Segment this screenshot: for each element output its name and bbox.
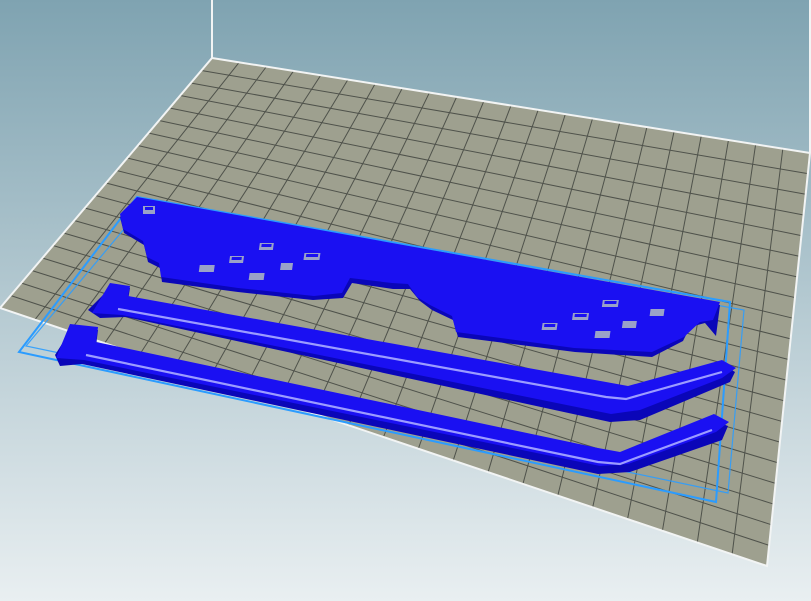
3d-viewport[interactable] xyxy=(0,0,811,601)
